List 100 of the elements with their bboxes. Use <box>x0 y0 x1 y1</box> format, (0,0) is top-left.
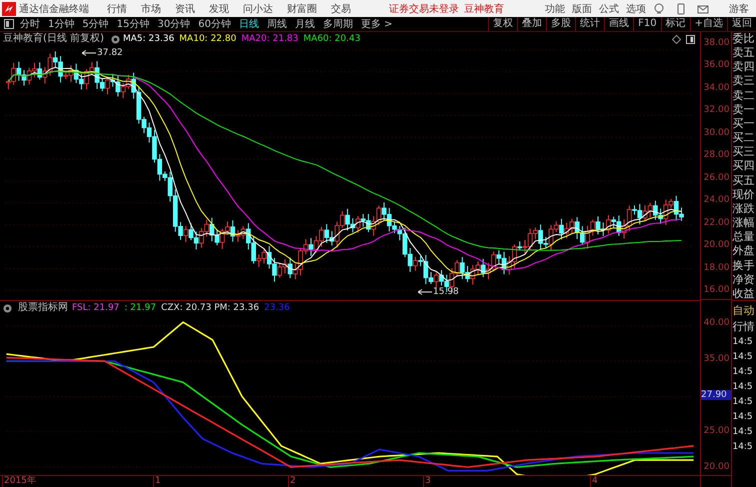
chart-title: 豆神教育(日线 前复权) <box>2 32 105 46</box>
toolbar-button[interactable]: 返回 <box>727 17 756 31</box>
menu-item[interactable]: 行情 <box>107 2 127 16</box>
axis-label: 2 <box>288 476 296 487</box>
axis-label: 38.00 <box>704 38 730 48</box>
toolbar-button[interactable]: 画线 <box>604 17 634 31</box>
period-tab[interactable]: 日线 <box>238 17 259 31</box>
leader-line <box>418 289 432 295</box>
bulb-icon[interactable] <box>653 2 665 14</box>
axis-label: 26.00 <box>704 172 730 183</box>
quote-label: 涨跌 <box>732 202 756 215</box>
axis-label: 28.00 <box>704 150 730 160</box>
axis-label: 32.00 <box>704 105 730 116</box>
menu-item[interactable]: 版面 <box>572 2 592 16</box>
axis-label: 1 <box>153 476 161 487</box>
quote-label: 涨幅 <box>732 216 756 230</box>
menu-item[interactable]: 问小达 <box>243 2 273 16</box>
menu-item[interactable]: 公式 <box>599 2 619 16</box>
axis-label: 25.00 <box>704 426 730 436</box>
toolbar-button[interactable]: 标记 <box>660 17 690 31</box>
panel-icon[interactable] <box>686 34 695 44</box>
legend-value: FSL: 21.97 <box>72 302 120 314</box>
high-price-label: 37.82 <box>97 48 123 58</box>
axis-label: 30.00 <box>704 128 730 138</box>
mode-label[interactable]: 自动 <box>732 304 756 317</box>
period-tab[interactable]: 月线 <box>294 17 315 31</box>
axis-label: 3 <box>423 476 431 487</box>
axis-label: 20.00 <box>704 462 730 472</box>
quote-label: 卖三 <box>732 74 756 88</box>
settings-icon[interactable] <box>110 34 120 44</box>
axis-label: 18.00 <box>704 262 730 273</box>
quote-label: 换手 <box>732 258 756 272</box>
menu-item[interactable]: 市场 <box>141 2 161 16</box>
legend-value: MA20: 21.83 <box>241 33 298 45</box>
toolbar-button[interactable]: F10 <box>633 17 661 31</box>
cursor-value: 27.90 <box>701 390 732 400</box>
axis-label: 2015年 <box>2 476 36 487</box>
trade-time: 14:5 <box>732 441 754 453</box>
axis-label: 22.00 <box>704 218 730 228</box>
toolbar-button[interactable]: 复权 <box>488 17 518 31</box>
period-tab[interactable]: 更多 > <box>360 17 393 31</box>
legend-value: 23.36 <box>264 302 290 314</box>
toolbar-button[interactable]: 统计 <box>575 17 604 31</box>
period-tab[interactable]: 15分钟 <box>116 17 150 31</box>
status-text: 证券交易未登录 <box>389 2 459 16</box>
period-tab[interactable]: 5分钟 <box>82 17 109 31</box>
menu-item[interactable]: 交易 <box>331 2 351 16</box>
menu-item[interactable]: 选项 <box>626 2 646 16</box>
period-tab[interactable]: 周线 <box>266 17 287 31</box>
toolbar-button[interactable]: 多股 <box>546 17 576 31</box>
quote-label: 卖一 <box>732 102 756 116</box>
axis-label: 20.00 <box>704 240 730 250</box>
trade-time: 14:5 <box>732 411 754 423</box>
axis-label: 40.00 <box>704 318 730 328</box>
quote-label: 委比 <box>732 32 756 45</box>
user-label[interactable]: 游客 <box>729 2 749 16</box>
legend-value: MA60: 20.43 <box>303 33 360 45</box>
trade-time: 14:5 <box>732 381 754 393</box>
app-title: 通达信金融终端 <box>19 2 89 16</box>
menu-item[interactable]: 发现 <box>209 2 229 16</box>
menu-item[interactable]: 资讯 <box>175 2 195 16</box>
phone-icon[interactable] <box>675 2 687 14</box>
axis-label: 34.00 <box>704 82 730 93</box>
quote-label: 卖五 <box>732 46 756 60</box>
mail-icon[interactable] <box>697 2 709 14</box>
period-tab[interactable]: 1分钟 <box>48 17 74 31</box>
toolbar-button[interactable]: 叠加 <box>517 17 546 31</box>
quote-label: 买三 <box>732 145 756 158</box>
axis-label: 24.00 <box>704 195 730 206</box>
quote-label: 卖二 <box>732 88 756 102</box>
legend-value: MA5: 23.36 <box>122 33 174 45</box>
axis-label: 36.00 <box>704 60 730 70</box>
trade-time: 14:5 <box>732 366 754 378</box>
period-tab[interactable]: 60分钟 <box>198 17 231 31</box>
toolbar-button[interactable]: +自选 <box>690 17 727 31</box>
trade-time: 14:5 <box>732 351 754 363</box>
status-text: 豆神教育 <box>464 2 504 16</box>
logo-icon <box>2 2 16 16</box>
menu-item[interactable]: 财富圈 <box>287 2 317 16</box>
quote-label: 买四 <box>732 159 756 172</box>
menu-item[interactable]: 功能 <box>545 2 565 16</box>
panel-toggle-icon[interactable] <box>4 19 14 29</box>
settings-icon[interactable] <box>3 304 12 312</box>
quote-label: 买二 <box>732 131 756 144</box>
axis-label: 16.00 <box>704 284 730 295</box>
diamond-icon[interactable] <box>672 34 681 44</box>
quote-label: 卖四 <box>732 60 756 74</box>
period-tab[interactable]: 多周期 <box>322 17 353 31</box>
legend-value: CZX: 20.73 PM: 23.36 <box>161 302 260 314</box>
quote-label: 收益 <box>732 286 756 300</box>
low-price-label: 15.98 <box>433 287 459 297</box>
period-tab[interactable]: 30分钟 <box>157 17 190 31</box>
trade-time: 14:5 <box>732 336 754 348</box>
period-tab[interactable]: 分时 <box>20 17 40 31</box>
legend-value: : 21.97 <box>124 302 156 314</box>
leader-line <box>82 50 96 56</box>
quote-label: 外盘 <box>732 244 756 258</box>
section-label: 行情 <box>732 320 756 333</box>
legend-value: MA10: 22.80 <box>179 33 236 45</box>
quote-label: 买一 <box>732 116 756 130</box>
